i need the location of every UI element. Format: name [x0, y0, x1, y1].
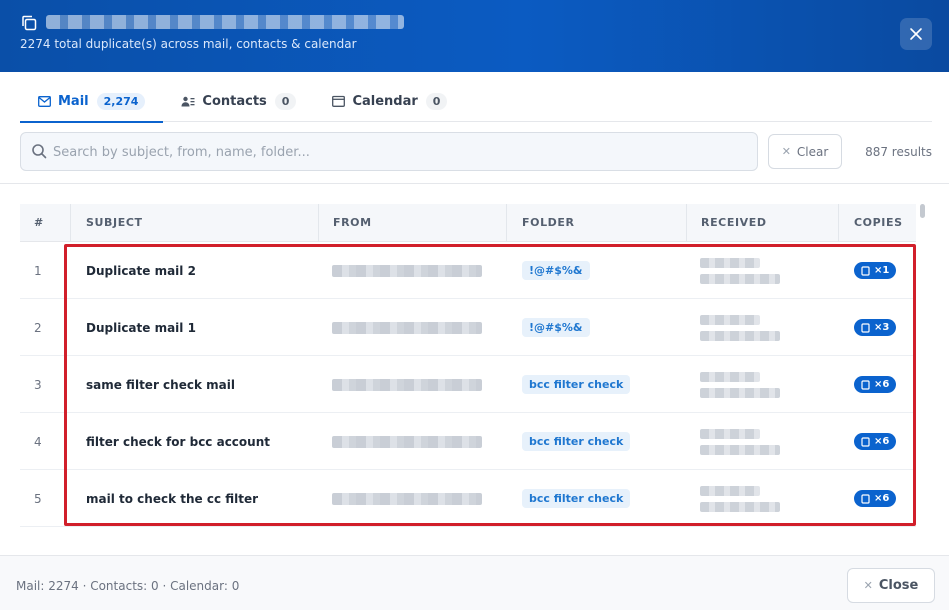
- col-header-folder[interactable]: FOLDER: [522, 204, 575, 242]
- row-number: 1: [34, 263, 42, 278]
- row-subject: Duplicate mail 1: [86, 320, 196, 335]
- copy-icon: [861, 379, 870, 390]
- tab-mail-count: 2,274: [96, 92, 146, 110]
- tab-contacts-label: Contacts: [202, 93, 267, 109]
- col-header-subject[interactable]: SUBJECT: [86, 204, 143, 242]
- dialog-header: 2274 total duplicate(s) across mail, con…: [0, 0, 949, 72]
- col-header-received[interactable]: RECEIVED: [701, 204, 767, 242]
- dialog-footer: Mail: 2274 · Contacts: 0 · Calendar: 0 ✕…: [0, 555, 949, 610]
- col-header-copies[interactable]: COPIES: [854, 204, 903, 242]
- col-separator: [686, 204, 687, 242]
- copies-badge[interactable]: ×6: [854, 490, 897, 507]
- copies-count: ×3: [874, 322, 890, 333]
- row-number: 3: [34, 377, 42, 392]
- row-from-redacted: [332, 356, 482, 413]
- copies-badge[interactable]: ×3: [854, 319, 897, 336]
- col-header-from[interactable]: FROM: [333, 204, 372, 242]
- folder-chip: !@#$%&: [522, 261, 590, 280]
- clear-x-icon: ✕: [781, 145, 791, 158]
- tab-calendar-count: 0: [425, 92, 448, 110]
- table-header: # SUBJECT FROM FOLDER RECEIVED COPIES: [20, 204, 916, 242]
- table-row[interactable]: 5 mail to check the cc filter bcc filter…: [20, 470, 916, 527]
- contacts-icon: [181, 96, 195, 107]
- close-icon: ✕: [863, 579, 873, 592]
- folder-chip: bcc filter check: [522, 375, 631, 394]
- col-separator: [506, 204, 507, 242]
- duplicates-table: # SUBJECT FROM FOLDER RECEIVED COPIES 1 …: [20, 204, 916, 532]
- folder-chip: bcc filter check: [522, 432, 631, 451]
- row-received-redacted: [700, 413, 780, 470]
- table-row[interactable]: 4 filter check for bcc account bcc filte…: [20, 413, 916, 470]
- copies-count: ×1: [874, 265, 890, 276]
- copy-icon: [20, 14, 38, 32]
- tab-calendar-label: Calendar: [352, 93, 418, 109]
- copies-count: ×6: [874, 493, 890, 504]
- col-separator: [838, 204, 839, 242]
- copy-icon: [861, 493, 870, 504]
- row-received-redacted: [700, 299, 780, 356]
- search-icon: [31, 143, 47, 163]
- copies-count: ×6: [874, 436, 890, 447]
- row-from-redacted: [332, 299, 482, 356]
- row-received-redacted: [700, 242, 780, 299]
- row-subject: Duplicate mail 2: [86, 263, 196, 278]
- copy-icon: [861, 322, 870, 333]
- table-row[interactable]: 2 Duplicate mail 1 !@#$%& ×3: [20, 299, 916, 356]
- search-input[interactable]: [53, 142, 743, 162]
- calendar-icon: [332, 95, 346, 107]
- copies-badge[interactable]: ×6: [854, 376, 897, 393]
- tab-mail-label: Mail: [58, 93, 89, 109]
- row-number: 5: [34, 491, 42, 506]
- tab-calendar[interactable]: Calendar 0: [314, 80, 465, 122]
- search-box: [20, 132, 758, 171]
- dialog-title-redacted: [46, 15, 404, 29]
- col-separator: [70, 204, 71, 242]
- clear-label: Clear: [796, 144, 829, 159]
- row-received-redacted: [700, 470, 780, 527]
- table-row[interactable]: 1 Duplicate mail 2 !@#$%& ×1: [20, 242, 916, 299]
- row-received-redacted: [700, 356, 780, 413]
- copy-icon: [861, 436, 870, 447]
- table-scrollbar[interactable]: [920, 204, 925, 218]
- copies-count: ×6: [874, 379, 890, 390]
- row-number: 4: [34, 434, 42, 449]
- clear-button[interactable]: ✕ Clear: [768, 134, 842, 169]
- row-number: 2: [34, 320, 42, 335]
- divider: [0, 183, 949, 184]
- results-count: 887 results: [865, 145, 932, 159]
- table-row[interactable]: 3 same filter check mail bcc filter chec…: [20, 356, 916, 413]
- row-subject: same filter check mail: [86, 377, 235, 392]
- tab-contacts-count: 0: [274, 92, 297, 110]
- col-separator: [318, 204, 319, 242]
- copies-badge[interactable]: ×6: [854, 433, 897, 450]
- row-from-redacted: [332, 242, 482, 299]
- dialog-subtitle: 2274 total duplicate(s) across mail, con…: [20, 37, 357, 51]
- tab-contacts[interactable]: Contacts 0: [163, 80, 314, 122]
- close-button[interactable]: ✕ Close: [847, 568, 935, 603]
- row-from-redacted: [332, 413, 482, 470]
- row-subject: mail to check the cc filter: [86, 491, 259, 506]
- row-subject: filter check for bcc account: [86, 434, 270, 449]
- folder-chip: bcc filter check: [522, 489, 631, 508]
- tab-mail[interactable]: Mail 2,274: [20, 80, 164, 123]
- footer-summary: Mail: 2274 · Contacts: 0 · Calendar: 0: [16, 579, 240, 593]
- close-icon: [910, 28, 922, 40]
- col-header-number[interactable]: #: [34, 204, 44, 242]
- copy-icon: [861, 265, 870, 276]
- copies-badge[interactable]: ×1: [854, 262, 897, 279]
- folder-chip: !@#$%&: [522, 318, 590, 337]
- mail-icon: [38, 95, 51, 107]
- row-from-redacted: [332, 470, 482, 527]
- dialog-close-button[interactable]: [900, 18, 932, 50]
- duplicates-dialog: 2274 total duplicate(s) across mail, con…: [0, 0, 949, 610]
- tab-bar: Mail 2,274 Contacts 0 Calendar 0: [20, 80, 932, 123]
- close-label: Close: [878, 578, 919, 593]
